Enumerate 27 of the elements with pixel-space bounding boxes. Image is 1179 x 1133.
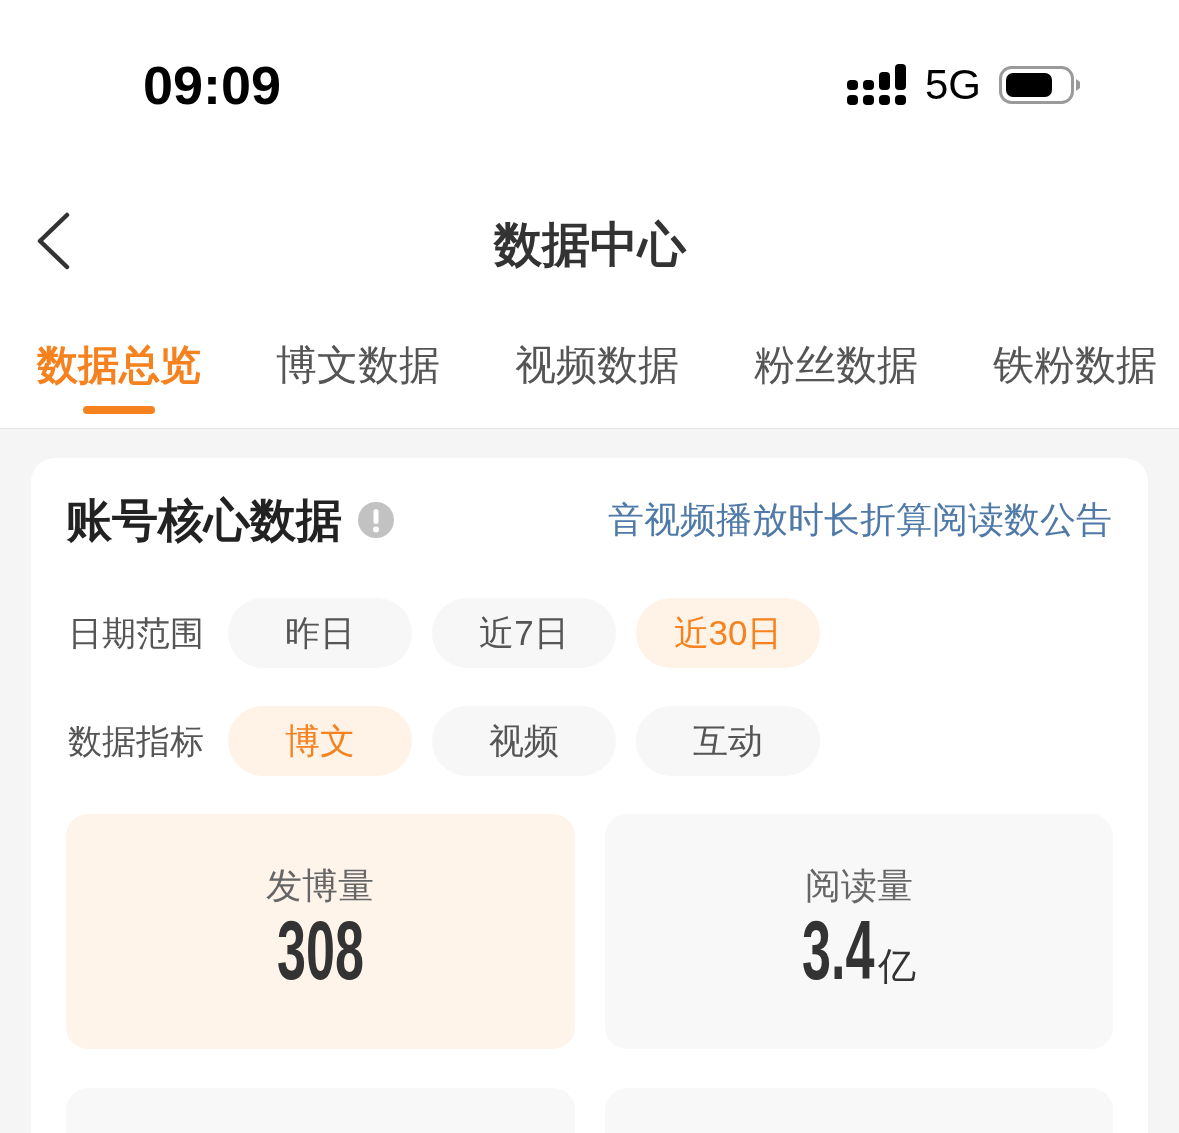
info-icon[interactable] — [358, 502, 394, 538]
filter-label: 日期范围 — [67, 613, 205, 654]
stat-card[interactable]: 发博量 308 — [66, 814, 575, 1049]
filter-label: 数据指标 — [67, 721, 205, 762]
back-chevron-icon — [35, 212, 71, 270]
signal-icon — [846, 64, 907, 106]
network-label: 5G — [924, 61, 981, 109]
status-time: 09:09 — [143, 55, 282, 115]
tab[interactable]: 视频数据 — [515, 320, 679, 428]
battery-icon — [999, 66, 1081, 104]
card-title: 账号核心数据 — [66, 494, 342, 546]
tab[interactable]: 粉丝数据 — [754, 320, 918, 428]
filter-option[interactable]: 互动 — [636, 706, 820, 776]
tab[interactable]: 博文数据 — [276, 320, 440, 428]
stat-label: 阅读量 — [804, 864, 913, 908]
tab-indicator — [83, 406, 155, 414]
page-title: 数据中心 — [493, 217, 686, 273]
stat-value: 308 — [276, 912, 364, 988]
filter-option[interactable]: 昨日 — [228, 598, 412, 668]
filter-option[interactable]: 视频 — [432, 706, 616, 776]
stat-unit: 亿 — [877, 944, 916, 988]
filter-option[interactable]: 近7日 — [432, 598, 616, 668]
stat-value: 3.4 — [801, 912, 874, 988]
stat-card[interactable]: 阅读量 3.4亿 — [604, 814, 1113, 1049]
announcement-link[interactable]: 音视频播放时长折算阅读数公告 — [608, 498, 1112, 542]
tab[interactable]: 铁粉数据 — [993, 320, 1157, 428]
stat-label: 发博量 — [266, 864, 375, 908]
